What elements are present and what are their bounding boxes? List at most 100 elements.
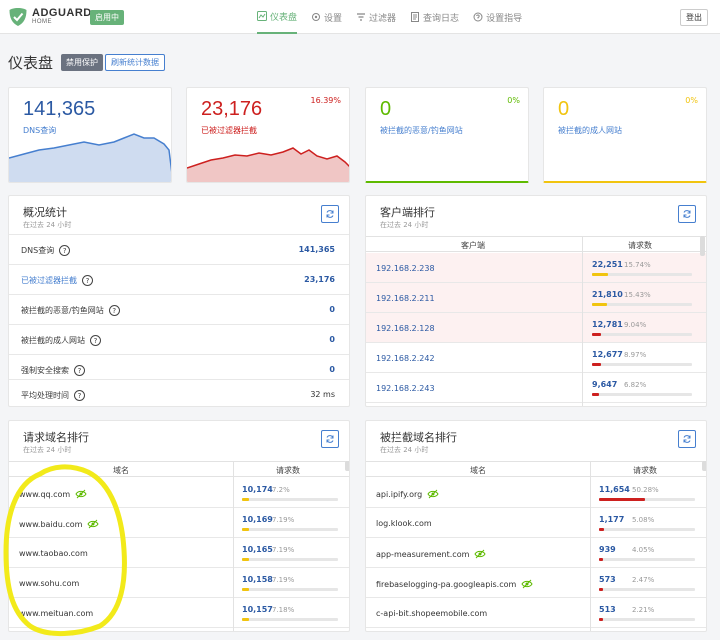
progress-fill [242,498,249,501]
progress-bar [592,333,692,336]
table-row[interactable]: c-api-bit.shopeemobile.com 513 2.21% [366,598,706,628]
scrollbar[interactable] [345,461,349,471]
refresh-button[interactable] [678,205,696,223]
request-count: 21,810 [592,290,623,299]
table-row[interactable]: 192.168.2.243 9,647 6.82% [366,373,706,403]
table-row[interactable]: 192.168.2.238 22,251 15.74% [366,253,706,283]
request-percentage: 8.97% [624,351,647,359]
row-label: 被拦截的成人网站 [21,336,85,345]
request-percentage: 7.18% [272,606,295,614]
refresh-button[interactable] [678,430,696,448]
request-percentage: 50.28% [632,486,659,494]
table-row[interactable]: 192.168.2.211 21,810 15.43% [366,283,706,313]
stat-value: 0 [380,98,392,120]
progress-bar [592,363,692,366]
progress-fill [592,363,601,366]
refresh-button[interactable] [321,430,339,448]
table-header: 域名 请求数 [366,461,706,477]
refresh-icon [326,210,334,218]
request-count: 11,654 [599,485,630,494]
hidden-eye-icon[interactable] [474,549,486,559]
row-label: 平均处理时间 [21,391,69,400]
progress-fill [242,588,249,591]
progress-bar [242,528,338,531]
column-header-client[interactable]: 客户端 [461,240,485,251]
stat-card-blocked-by-filters: 23,176 已被过滤器拦截 16.39% [186,87,350,183]
row-name-text: log.klook.com [376,519,432,528]
row-name-text: 192.168.2.243 [376,384,435,393]
domain-name[interactable]: log.klook.com [376,519,432,528]
disable-protection-button[interactable]: 禁用保护 [61,54,103,71]
help-icon[interactable]: ? [82,275,93,286]
column-header-count[interactable]: 请求数 [628,240,652,251]
stat-percentage: 0% [685,96,698,105]
progress-bar [242,558,338,561]
row-label-link[interactable]: 已被过滤器拦截 [21,275,77,286]
table-row[interactable]: log.klook.com 1,177 5.08% [366,508,706,538]
page-title: 仪表盘 [8,54,54,72]
help-icon[interactable]: ? [74,365,85,376]
request-percentage: 4.05% [632,546,655,554]
stat-label[interactable]: 被拦截的成人网站 [558,125,622,136]
request-count: 939 [599,545,616,554]
column-header-count[interactable]: 请求数 [276,465,300,476]
panel-title: 概况统计 [23,206,67,219]
nav-query-log-label: 查询日志 [423,13,460,24]
scrollbar[interactable] [700,236,705,256]
request-count: 573 [599,575,616,584]
progress-bar [592,393,692,396]
gear-icon [312,13,321,21]
hidden-eye-icon[interactable] [427,489,439,499]
domain-name[interactable]: app-measurement.com [376,549,486,559]
table-row[interactable]: app-measurement.com 939 4.05% [366,538,706,568]
request-count: 10,169 [242,515,273,524]
logout-button[interactable]: 登出 [680,9,708,26]
table-row[interactable]: 192.168.2.128 12,781 9.04% [366,313,706,343]
client-ip[interactable]: 192.168.2.238 [376,264,435,273]
progress-bar [599,528,695,531]
nav-settings-label: 设置 [324,13,343,24]
panel-subtitle: 在过去 24 小时 [23,446,72,454]
client-ip[interactable]: 192.168.2.242 [376,354,435,363]
stat-label[interactable]: 被拦截的恶意/钓鱼网站 [380,125,463,136]
progress-bar [599,588,695,591]
nav-query-log[interactable]: 查询日志 [410,0,459,34]
client-ip[interactable]: 192.168.2.243 [376,384,435,393]
help-icon[interactable]: ? [90,335,101,346]
table-row[interactable]: 192.168.2.242 12,677 8.97% [366,343,706,373]
client-ip[interactable]: 192.168.2.211 [376,294,435,303]
request-count: 22,251 [592,260,623,269]
stat-value: 0 [558,98,570,120]
hidden-eye-icon[interactable] [521,579,533,589]
domain-name[interactable]: c-api-bit.shopeemobile.com [376,609,487,618]
nav-settings[interactable]: 设置 [311,0,342,34]
domain-name[interactable]: firebaselogging-pa.googleapis.com [376,579,533,589]
table-row[interactable]: api.ipify.org 11,654 50.28% [366,478,706,508]
panel-subtitle: 在过去 24 小时 [23,221,72,229]
domain-name[interactable]: api.ipify.org [376,489,439,499]
nav-filters[interactable]: 过滤器 [356,0,396,34]
help-icon[interactable]: ? [59,245,71,256]
help-icon[interactable]: ? [74,390,85,401]
filter-icon [357,13,366,21]
column-divider [590,461,591,631]
help-icon[interactable]: ? [108,305,120,316]
dns-queries-sparkline [9,133,171,182]
adguard-logo-icon[interactable] [8,7,28,27]
request-percentage: 7.19% [272,546,295,554]
scrollbar[interactable] [702,461,706,471]
column-header-domain[interactable]: 域名 [470,465,486,476]
column-header-count[interactable]: 请求数 [633,465,657,476]
top-clients-panel: 客户端排行 在过去 24 小时 客户端 请求数 192.168.2.238 22,… [365,195,707,407]
overview-panel: 概况统计 在过去 24 小时 DNS查询? 141,365 已被过滤器拦截? 2… [8,195,350,407]
stat-value: 141,365 [23,98,96,120]
nav-setup-guide[interactable]: 设置指导 [473,0,522,34]
nav-dashboard[interactable]: 仪表盘 [257,0,298,34]
refresh-stats-button[interactable]: 刷新统计数据 [105,54,165,71]
table-row[interactable]: firebaselogging-pa.googleapis.com 573 2.47… [366,568,706,598]
refresh-button[interactable] [321,205,339,223]
row-label: DNS查询 [21,246,55,255]
row-name-text: 192.168.2.238 [376,264,435,273]
progress-bar [242,498,338,501]
client-ip[interactable]: 192.168.2.128 [376,324,435,333]
